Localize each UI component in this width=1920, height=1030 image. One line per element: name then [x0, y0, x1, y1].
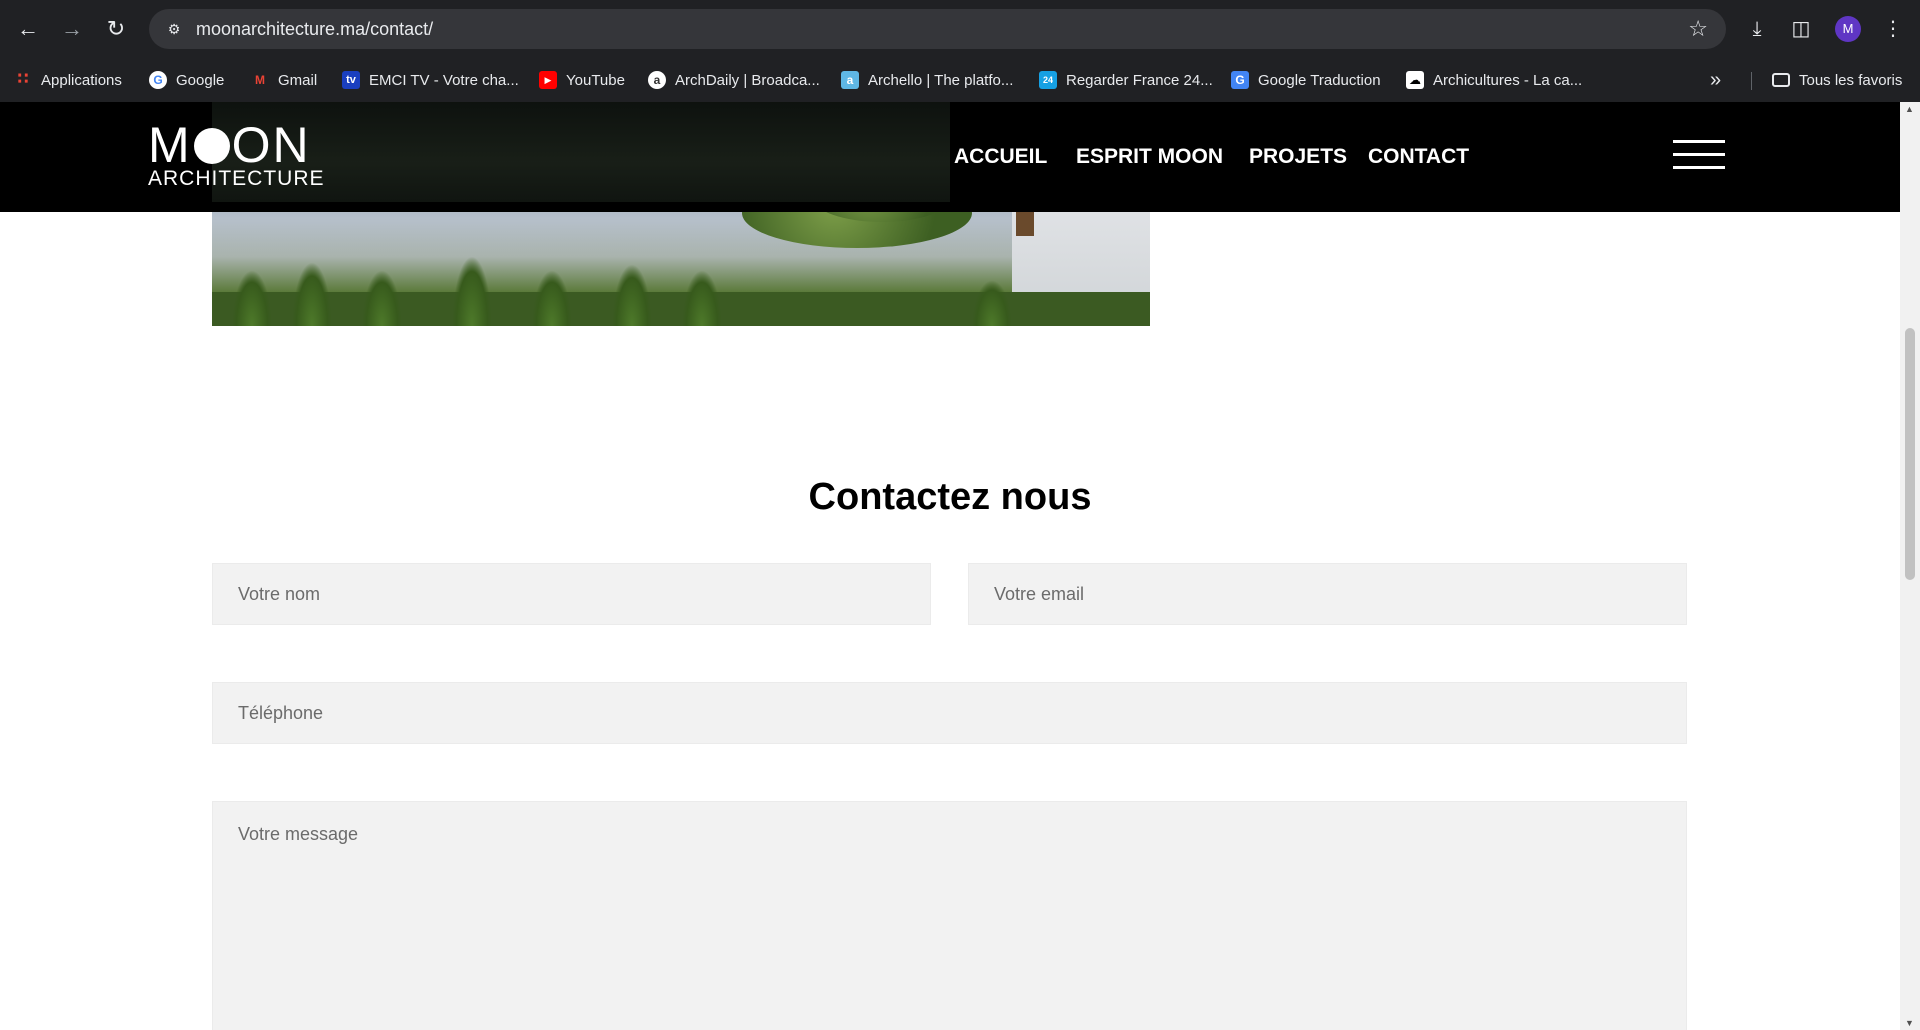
scrollbar-thumb[interactable]	[1905, 328, 1915, 580]
kebab-menu-icon[interactable]: ⋮	[1877, 13, 1909, 45]
bookmark-label: Gmail	[278, 71, 318, 89]
logo-wordmark: M ON	[148, 117, 311, 173]
more-bookmarks-chevron-icon[interactable]: »	[1710, 67, 1721, 93]
bookmark-google-translate[interactable]: G Google Traduction	[1231, 67, 1381, 93]
image-fern	[532, 270, 572, 326]
emci-tv-icon: tv	[342, 71, 360, 89]
site-header: M ON ARCHITECTURE ACCUEIL ESPRIT MOON PRO…	[0, 102, 1900, 212]
message-textarea[interactable]	[212, 801, 1687, 1030]
email-input[interactable]	[968, 563, 1687, 625]
bookmark-label: EMCI TV - Votre cha...	[369, 71, 519, 89]
nav-contact[interactable]: CONTACT	[1368, 142, 1469, 172]
profile-avatar[interactable]: M	[1835, 16, 1861, 42]
image-fern	[972, 280, 1012, 326]
download-icon[interactable]: ⤓	[1741, 13, 1773, 45]
name-input[interactable]	[212, 563, 931, 625]
image-fern	[452, 256, 492, 326]
bookmark-gmail[interactable]: M Gmail	[251, 67, 317, 93]
nav-accueil[interactable]: ACCUEIL	[954, 142, 1047, 172]
archicultures-icon: ☁	[1406, 71, 1424, 89]
logo-moon-disc	[193, 128, 230, 164]
archello-icon: a	[841, 71, 859, 89]
bookmark-label: Archicultures - La ca...	[1433, 71, 1583, 89]
gmail-icon: M	[255, 73, 265, 87]
phone-input[interactable]	[212, 682, 1687, 744]
bookmark-label: Tous les favoris	[1799, 71, 1903, 89]
google-translate-icon: G	[1231, 71, 1249, 89]
bookmark-label: Google	[176, 71, 225, 89]
archdaily-icon: a	[648, 71, 666, 89]
bookmark-archdaily[interactable]: a ArchDaily | Broadca...	[648, 67, 820, 93]
bookmark-label: Google Traduction	[1258, 71, 1381, 89]
apps-grid-icon: ∷	[17, 71, 29, 88]
side-panel-icon[interactable]: ◫	[1785, 13, 1817, 45]
image-fern	[682, 270, 722, 326]
hamburger-menu-icon[interactable]	[1673, 140, 1725, 170]
nav-esprit-moon[interactable]: ESPRIT MOON	[1076, 142, 1223, 172]
nav-projets[interactable]: PROJETS	[1249, 142, 1347, 172]
forward-arrow-icon[interactable]: →	[56, 13, 88, 45]
bookmark-france24[interactable]: 24 Regarder France 24...	[1039, 67, 1213, 93]
all-bookmarks-folder[interactable]: Tous les favoris	[1772, 67, 1902, 93]
nav-link-contact[interactable]: CONTACT	[1368, 142, 1469, 172]
nav-link-projets[interactable]: PROJETS	[1249, 142, 1347, 172]
reload-icon[interactable]: ↻	[100, 13, 132, 45]
bookmark-archicultures[interactable]: ☁ Archicultures - La ca...	[1406, 67, 1582, 93]
youtube-icon: ▶	[539, 71, 557, 89]
page-viewport: M ON ARCHITECTURE ACCUEIL ESPRIT MOON PRO…	[0, 102, 1900, 1030]
bookmark-google[interactable]: G Google	[149, 67, 224, 93]
image-fern	[612, 264, 652, 326]
bookmark-label: YouTube	[566, 71, 625, 89]
google-icon: G	[149, 71, 167, 89]
bookmarks-bar: ∷ Applications G Google M Gmail tv EMCI …	[0, 58, 1920, 102]
bookmark-label: ArchDaily | Broadca...	[675, 71, 820, 89]
image-fern	[232, 270, 272, 326]
bookmark-applications[interactable]: ∷ Applications	[14, 67, 122, 93]
logo-subtitle: ARCHITECTURE	[148, 167, 325, 190]
scroll-up-arrow-icon[interactable]: ▲	[1905, 104, 1914, 114]
scroll-down-arrow-icon[interactable]: ▼	[1905, 1018, 1914, 1028]
bookmark-label: Regarder France 24...	[1066, 71, 1213, 89]
site-settings-icon[interactable]: ⚙	[163, 19, 185, 39]
url-text[interactable]: moonarchitecture.ma/contact/	[196, 19, 433, 39]
bookmark-label: Archello | The platfo...	[868, 71, 1014, 89]
page-scrollbar[interactable]: ▲ ▼	[1900, 102, 1920, 1030]
bookmark-emci-tv[interactable]: tv EMCI TV - Votre cha...	[342, 67, 519, 93]
bookmark-label: Applications	[41, 71, 122, 89]
france24-icon: 24	[1039, 71, 1057, 89]
nav-link-accueil[interactable]: ACCUEIL	[954, 142, 1047, 172]
address-bar[interactable]: ⚙ moonarchitecture.ma/contact/ ☆	[149, 9, 1726, 49]
moon-architecture-logo[interactable]: M ON ARCHITECTURE	[148, 120, 328, 192]
bookmark-youtube[interactable]: ▶ YouTube	[539, 67, 625, 93]
contact-heading: Contactez nous	[808, 476, 1092, 518]
nav-link-esprit-moon[interactable]: ESPRIT MOON	[1076, 142, 1223, 172]
bookmark-archello[interactable]: a Archello | The platfo...	[841, 67, 1013, 93]
folder-icon	[1772, 73, 1790, 87]
bookmark-star-icon[interactable]: ☆	[1688, 17, 1708, 41]
browser-toolbar: ← → ↻ ⚙ moonarchitecture.ma/contact/ ☆ ⤓…	[0, 0, 1920, 58]
bookmarks-divider	[1751, 72, 1752, 90]
image-fern	[292, 262, 332, 326]
back-arrow-icon[interactable]: ←	[12, 13, 44, 45]
image-fern	[362, 270, 402, 326]
